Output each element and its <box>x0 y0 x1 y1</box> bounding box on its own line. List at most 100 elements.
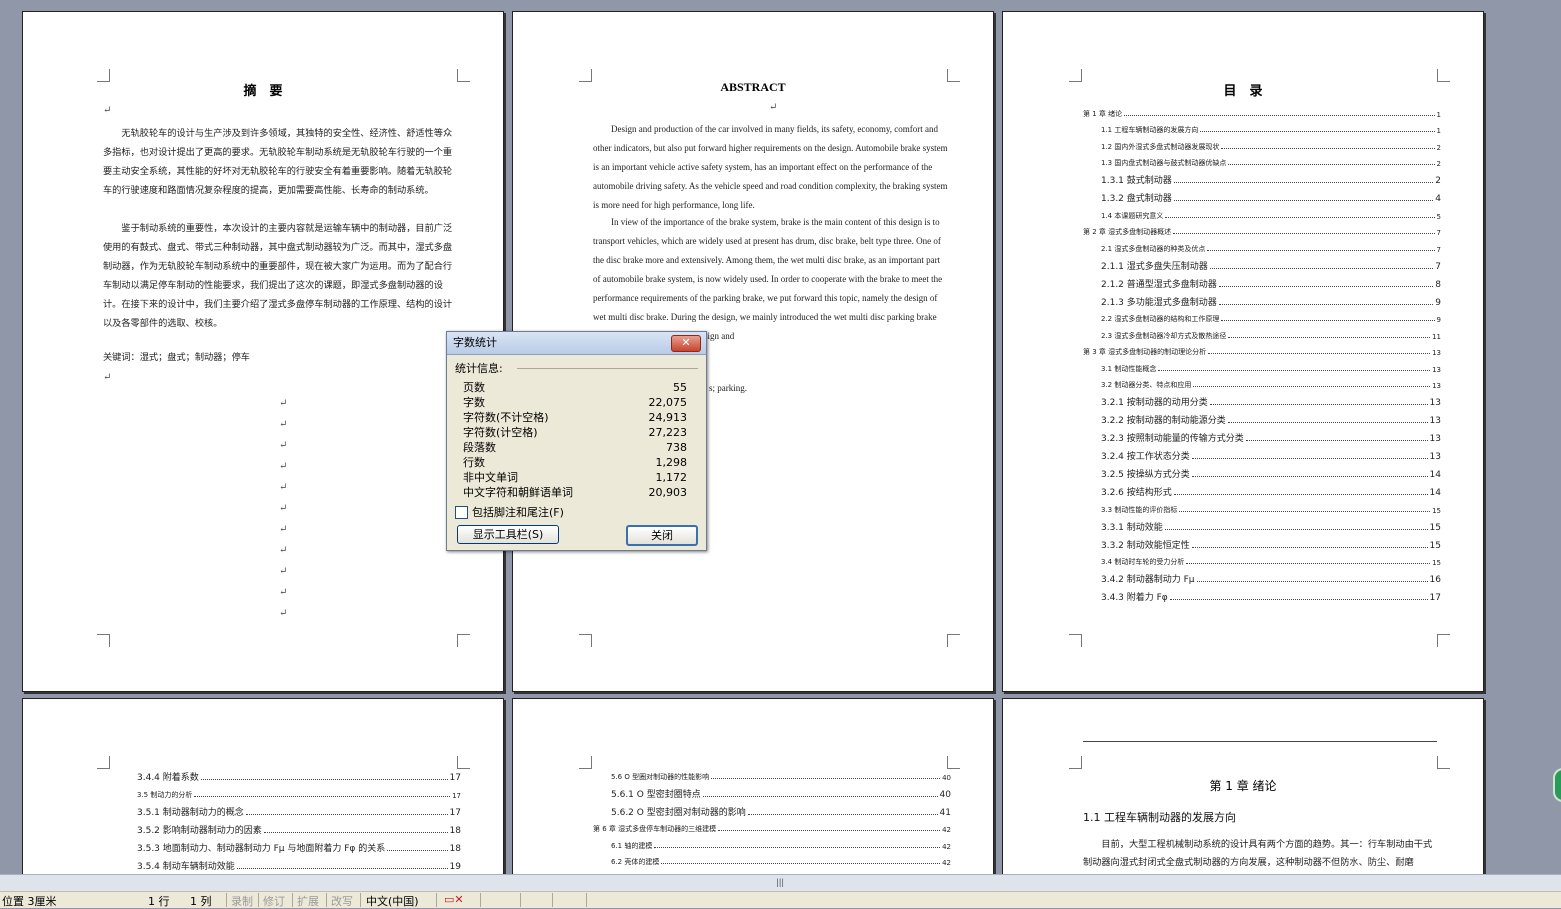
margin-mark <box>457 634 470 647</box>
toc-entry[interactable]: 3.5.2 影响制动器制动力的因素 18 <box>119 818 461 836</box>
toc-entry[interactable]: 1.4 本课题研究意义 5 <box>1083 204 1441 221</box>
paragraph-mark: ↵ <box>103 105 112 116</box>
toc-entry-title: 2.1.3 多功能湿式多盘制动器 <box>1101 297 1217 308</box>
toc-leader <box>1245 440 1428 441</box>
toc-leader <box>747 813 938 815</box>
toc-leader <box>1191 476 1428 477</box>
include-footnotes-checkbox[interactable]: 包括脚注和尾注(F) <box>455 504 564 520</box>
toc-entry[interactable]: 1.3.1 鼓式制动器 2 <box>1083 168 1441 186</box>
toc-entry[interactable]: 6.2 壳体的建模 42 <box>593 851 951 867</box>
stat-row: 行数 1,298 <box>463 455 687 470</box>
toc-entry[interactable]: 3.2.3 按照制动能量的传输方式分类 13 <box>1083 426 1441 444</box>
toc-leader <box>263 831 448 833</box>
toc-entry[interactable]: 1.2 国内外湿式多盘式制动器发展现状 2 <box>1083 135 1441 152</box>
toc-entry[interactable]: 第 3 章 湿式多盘制动器的制动理论分析 13 <box>1083 341 1441 357</box>
toc-entry-title: 3.3.2 制动效能恒定性 <box>1101 540 1190 551</box>
toc-entry[interactable]: 2.1.3 多功能湿式多盘制动器 9 <box>1083 290 1441 308</box>
toc-leader <box>661 863 941 864</box>
toc-list: 第 1 章 绪论 1 1.1 工程车辆制动器的发展方向 1 1.2 国内外湿式多盘式制动… <box>1083 102 1441 604</box>
toc-entry[interactable]: 3.5 制动力的分析 17 <box>119 783 461 800</box>
toc-entry[interactable]: 3.3.1 制动效能 15 <box>1083 515 1441 533</box>
toc-entry-title: 1.1 工程车辆制动器的发展方向 <box>1101 126 1199 134</box>
toc-entry[interactable]: 1.3 国内盘式制动器与鼓式制动器优缺点 2 <box>1083 152 1441 168</box>
toc-entry-title: 3.5.1 制动器制动力的概念 <box>137 807 244 818</box>
toc-entry[interactable]: 1.3.2 盘式制动器 4 <box>1083 186 1441 204</box>
toc-entry[interactable]: 3.3.2 制动效能恒定性 15 <box>1083 533 1441 551</box>
toc-entry-page: 7 <box>1436 245 1441 254</box>
toc-entry-title: 3.5.4 制动车辆制动效能 <box>137 861 235 872</box>
toc-entry-page: 13 <box>1432 349 1441 357</box>
toc-leader <box>1173 233 1435 234</box>
scroll-grip-icon[interactable]: ||| <box>776 878 784 887</box>
toc-entry[interactable]: 3.1 制动性能概念 13 <box>1083 357 1441 374</box>
close-button[interactable]: 关闭 <box>626 525 698 546</box>
spelling-check-icon[interactable]: ▭✕ <box>444 893 464 906</box>
toc-leader <box>387 849 448 851</box>
toc-entry[interactable]: 1.1 工程车辆制动器的发展方向 1 <box>1083 119 1441 135</box>
toc-entry-title: 3.2.4 按工作状态分类 <box>1101 452 1190 462</box>
toc-entry[interactable]: 3.2.6 按结构形式 14 <box>1083 480 1441 498</box>
close-icon[interactable]: ✕ <box>671 335 701 352</box>
toc-entry[interactable]: 2.1.2 普通型湿式多盘制动器 8 <box>1083 272 1441 290</box>
toc-entry[interactable]: 6.1 轴的建模 42 <box>593 834 951 851</box>
toc-leader <box>1169 599 1428 600</box>
toc-entry[interactable]: 3.2 制动器分类、特点和应用 13 <box>1083 374 1441 390</box>
toc-entry[interactable]: 3.3 制动性能的评价指标 15 <box>1083 498 1441 515</box>
abstract-paragraph: Design and production of the car involve… <box>593 124 948 210</box>
keywords: 关键词：湿式；盘式；制动器；停车 <box>103 352 250 363</box>
toc-entry[interactable]: 3.5.3 地面制动力、制动器制动力 Fμ 与地面附着力 Fφ 的关系 18 <box>119 836 461 854</box>
stat-row: 非中文单词 1,172 <box>463 470 687 485</box>
toc-entry[interactable]: 2.1 湿式多盘制动器的种类及优点 7 <box>1083 237 1441 254</box>
stat-row: 页数 55 <box>463 380 687 395</box>
toc-entry-page: 19 <box>449 861 461 872</box>
toc-entry[interactable]: 5.6 O 型圈对制动器的性能影响 40 <box>593 765 951 782</box>
stat-value: 24,913 <box>648 411 688 424</box>
toc-entry[interactable]: 第 6 章 湿式多盘停车制动器的三维建模 42 <box>593 818 951 834</box>
stat-label: 字数 <box>463 396 485 409</box>
toc-entry-page: 17 <box>449 773 461 783</box>
toc-leader <box>1179 510 1431 512</box>
toc-entry-title: 1.3 国内盘式制动器与鼓式制动器优缺点 <box>1101 159 1227 167</box>
toc-entry[interactable]: 第 2 章 湿式多盘制动器概述 7 <box>1083 221 1441 237</box>
toc-entry[interactable]: 2.2 湿式多盘制动器的结构和工作原理 9 <box>1083 308 1441 324</box>
toc-entry[interactable]: 2.1.1 湿式多盘失压制动器 7 <box>1083 254 1441 272</box>
toc-entry[interactable]: 3.2.5 按操纵方式分类 14 <box>1083 462 1441 480</box>
checkbox-box[interactable] <box>455 505 468 519</box>
margin-mark <box>579 634 592 647</box>
stat-value: 1,172 <box>655 471 688 484</box>
toc-entry[interactable]: 3.4 制动时车轮的受力分析 15 <box>1083 551 1441 567</box>
toc-entry[interactable]: 3.4.2 制动器制动力 Fμ 16 <box>1083 567 1441 585</box>
toc-entry[interactable]: 3.2.4 按工作状态分类 13 <box>1083 444 1441 462</box>
show-toolbar-button[interactable]: 显示工具栏(S) <box>457 525 559 544</box>
divider <box>586 893 587 907</box>
toc-entry-title: 3.4.4 附着系数 <box>137 773 199 783</box>
toc-entry[interactable]: 5.6.2 O 型密封圈对制动器的影响 41 <box>593 800 951 818</box>
horizontal-scrollbar[interactable]: ||| <box>0 874 1561 891</box>
toc-entry-title: 3.5.2 影响制动器制动力的因素 <box>137 825 262 836</box>
toc-leader <box>1173 182 1434 183</box>
toc-entry-page: 15 <box>1432 506 1441 515</box>
toc-entry[interactable]: 第 1 章 绪论 1 <box>1083 102 1441 119</box>
toc-entry[interactable]: 3.4.4 附着系数 17 <box>119 765 461 783</box>
floating-assistant-button[interactable] <box>1553 768 1561 802</box>
toc-entry[interactable]: 3.2.1 按制动器的动用分类 13 <box>1083 390 1441 408</box>
stat-value: 738 <box>666 441 687 454</box>
toc-entry-title: 3.2 制动器分类、特点和应用 <box>1101 381 1192 389</box>
toc-entry[interactable]: 3.4.3 附着力 Fφ 17 <box>1083 585 1441 603</box>
toc-entry[interactable]: 3.5.1 制动器制动力的概念 17 <box>119 800 461 818</box>
stat-value: 22,075 <box>648 396 688 409</box>
toc-entry-page: 7 <box>1435 261 1441 272</box>
stat-label: 行数 <box>463 456 485 469</box>
abstract-paragraph: 无轨胶轮车的设计与生产涉及到许多领域，其独特的安全性、经济性、舒适性等众多指标，… <box>103 128 453 196</box>
divider <box>520 893 521 907</box>
toc-leader <box>1196 581 1428 582</box>
margin-mark <box>97 634 110 647</box>
toc-leader <box>236 867 448 869</box>
toc-entry[interactable]: 2.3 湿式多盘制动器冷却方式及散热途径 11 <box>1083 324 1441 341</box>
toc-entry[interactable]: 3.2.2 按制动器的制动能源分类 13 <box>1083 408 1441 426</box>
abstract-paragraph: In view of the importance of the brake s… <box>593 217 943 341</box>
toc-entry[interactable]: 5.6.1 O 型密封圈特点 40 <box>593 782 951 800</box>
toc-entry-page: 40 <box>942 773 951 782</box>
toc-entry[interactable]: 3.5.4 制动车辆制动效能 19 <box>119 854 461 872</box>
stat-label: 中文字符和朝鲜语单词 <box>463 486 573 499</box>
